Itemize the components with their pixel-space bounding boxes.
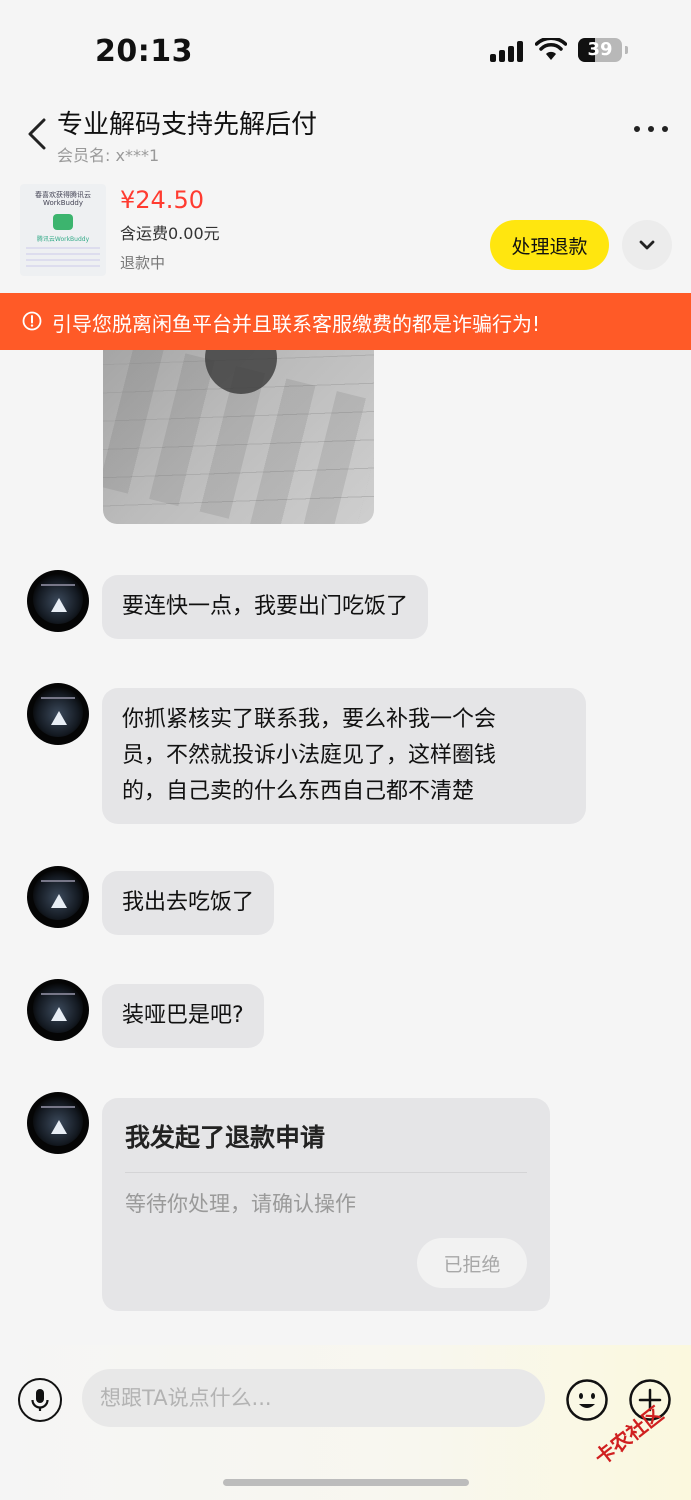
message-line: 的，自己卖的什么东西自己都不清楚	[122, 779, 475, 804]
wifi-icon	[535, 38, 567, 60]
battery-icon: 39	[578, 38, 628, 62]
product-card[interactable]: 春喜欢获得腾讯云 WorkBuddy 腾讯云WorkBuddy ¥24.50 含…	[0, 180, 691, 292]
chevron-down-icon	[639, 240, 655, 250]
thumb-text-lines	[26, 247, 100, 269]
more-options-icon[interactable]	[632, 118, 672, 138]
avatar[interactable]	[27, 866, 89, 928]
member-value: x***1	[115, 146, 160, 165]
cellular-signal-icon	[490, 40, 526, 62]
message-line: 你抓紧核实了联系我，要么补我一个会	[122, 707, 497, 732]
avatar[interactable]	[27, 979, 89, 1041]
refund-card-title: 我发起了退款申请	[125, 1123, 326, 1152]
rejected-button[interactable]: 已拒绝	[417, 1238, 527, 1288]
home-indicator	[223, 1479, 469, 1486]
shipping-fee: 含运费0.00元	[120, 224, 220, 243]
fraud-warning-banner: 引导您脱离闲鱼平台并且联系客服缴费的都是诈骗行为!	[0, 293, 691, 350]
divider	[125, 1172, 527, 1173]
workbuddy-logo-icon	[53, 214, 73, 230]
microphone-icon[interactable]	[18, 1378, 62, 1422]
message-bubble[interactable]: 装哑巴是吧?	[102, 984, 264, 1048]
order-status: 退款中	[120, 254, 166, 272]
avatar[interactable]	[27, 570, 89, 632]
expand-button[interactable]	[622, 220, 672, 270]
message-input[interactable]	[82, 1369, 545, 1427]
avatar[interactable]	[27, 1092, 89, 1154]
warning-text: 引导您脱离闲鱼平台并且联系客服缴费的都是诈骗行为!	[52, 312, 541, 336]
message-bubble[interactable]: 我出去吃饭了	[102, 871, 275, 935]
status-bar: 20:13 39	[0, 0, 691, 100]
battery-level: 39	[587, 39, 613, 60]
chat-header: 专业解码支持先解后付 会员名: x***1	[0, 100, 691, 180]
member-name: 会员名: x***1	[57, 142, 159, 166]
status-time: 20:13	[95, 34, 193, 69]
chat-image-message[interactable]	[103, 350, 374, 524]
member-label: 会员名:	[57, 146, 111, 165]
emoji-icon[interactable]	[565, 1378, 609, 1422]
back-arrow-icon[interactable]	[24, 116, 54, 152]
message-line: 员，不然就投诉小法庭见了，这样圈钱	[122, 743, 497, 768]
message-bubble[interactable]: 你抓紧核实了联系我，要么补我一个会 员，不然就投诉小法庭见了，这样圈钱 的，自己…	[102, 688, 586, 824]
product-price: ¥24.50	[120, 186, 204, 214]
product-thumbnail[interactable]: 春喜欢获得腾讯云 WorkBuddy 腾讯云WorkBuddy	[20, 184, 106, 276]
thumb-text: 腾讯云WorkBuddy	[36, 236, 90, 243]
chat-title: 专业解码支持先解后付	[57, 110, 318, 140]
thumb-text: WorkBuddy	[43, 199, 83, 207]
refund-card-subtitle: 等待你处理，请确认操作	[125, 1192, 356, 1216]
alert-icon	[22, 311, 42, 331]
avatar[interactable]	[27, 683, 89, 745]
input-bar: 卡农社区	[0, 1345, 691, 1500]
handle-refund-button[interactable]: 处理退款	[490, 220, 609, 270]
refund-request-card[interactable]: 我发起了退款申请 等待你处理，请确认操作 已拒绝	[102, 1098, 550, 1311]
message-bubble[interactable]: 要连快一点，我要出门吃饭了	[102, 575, 429, 639]
